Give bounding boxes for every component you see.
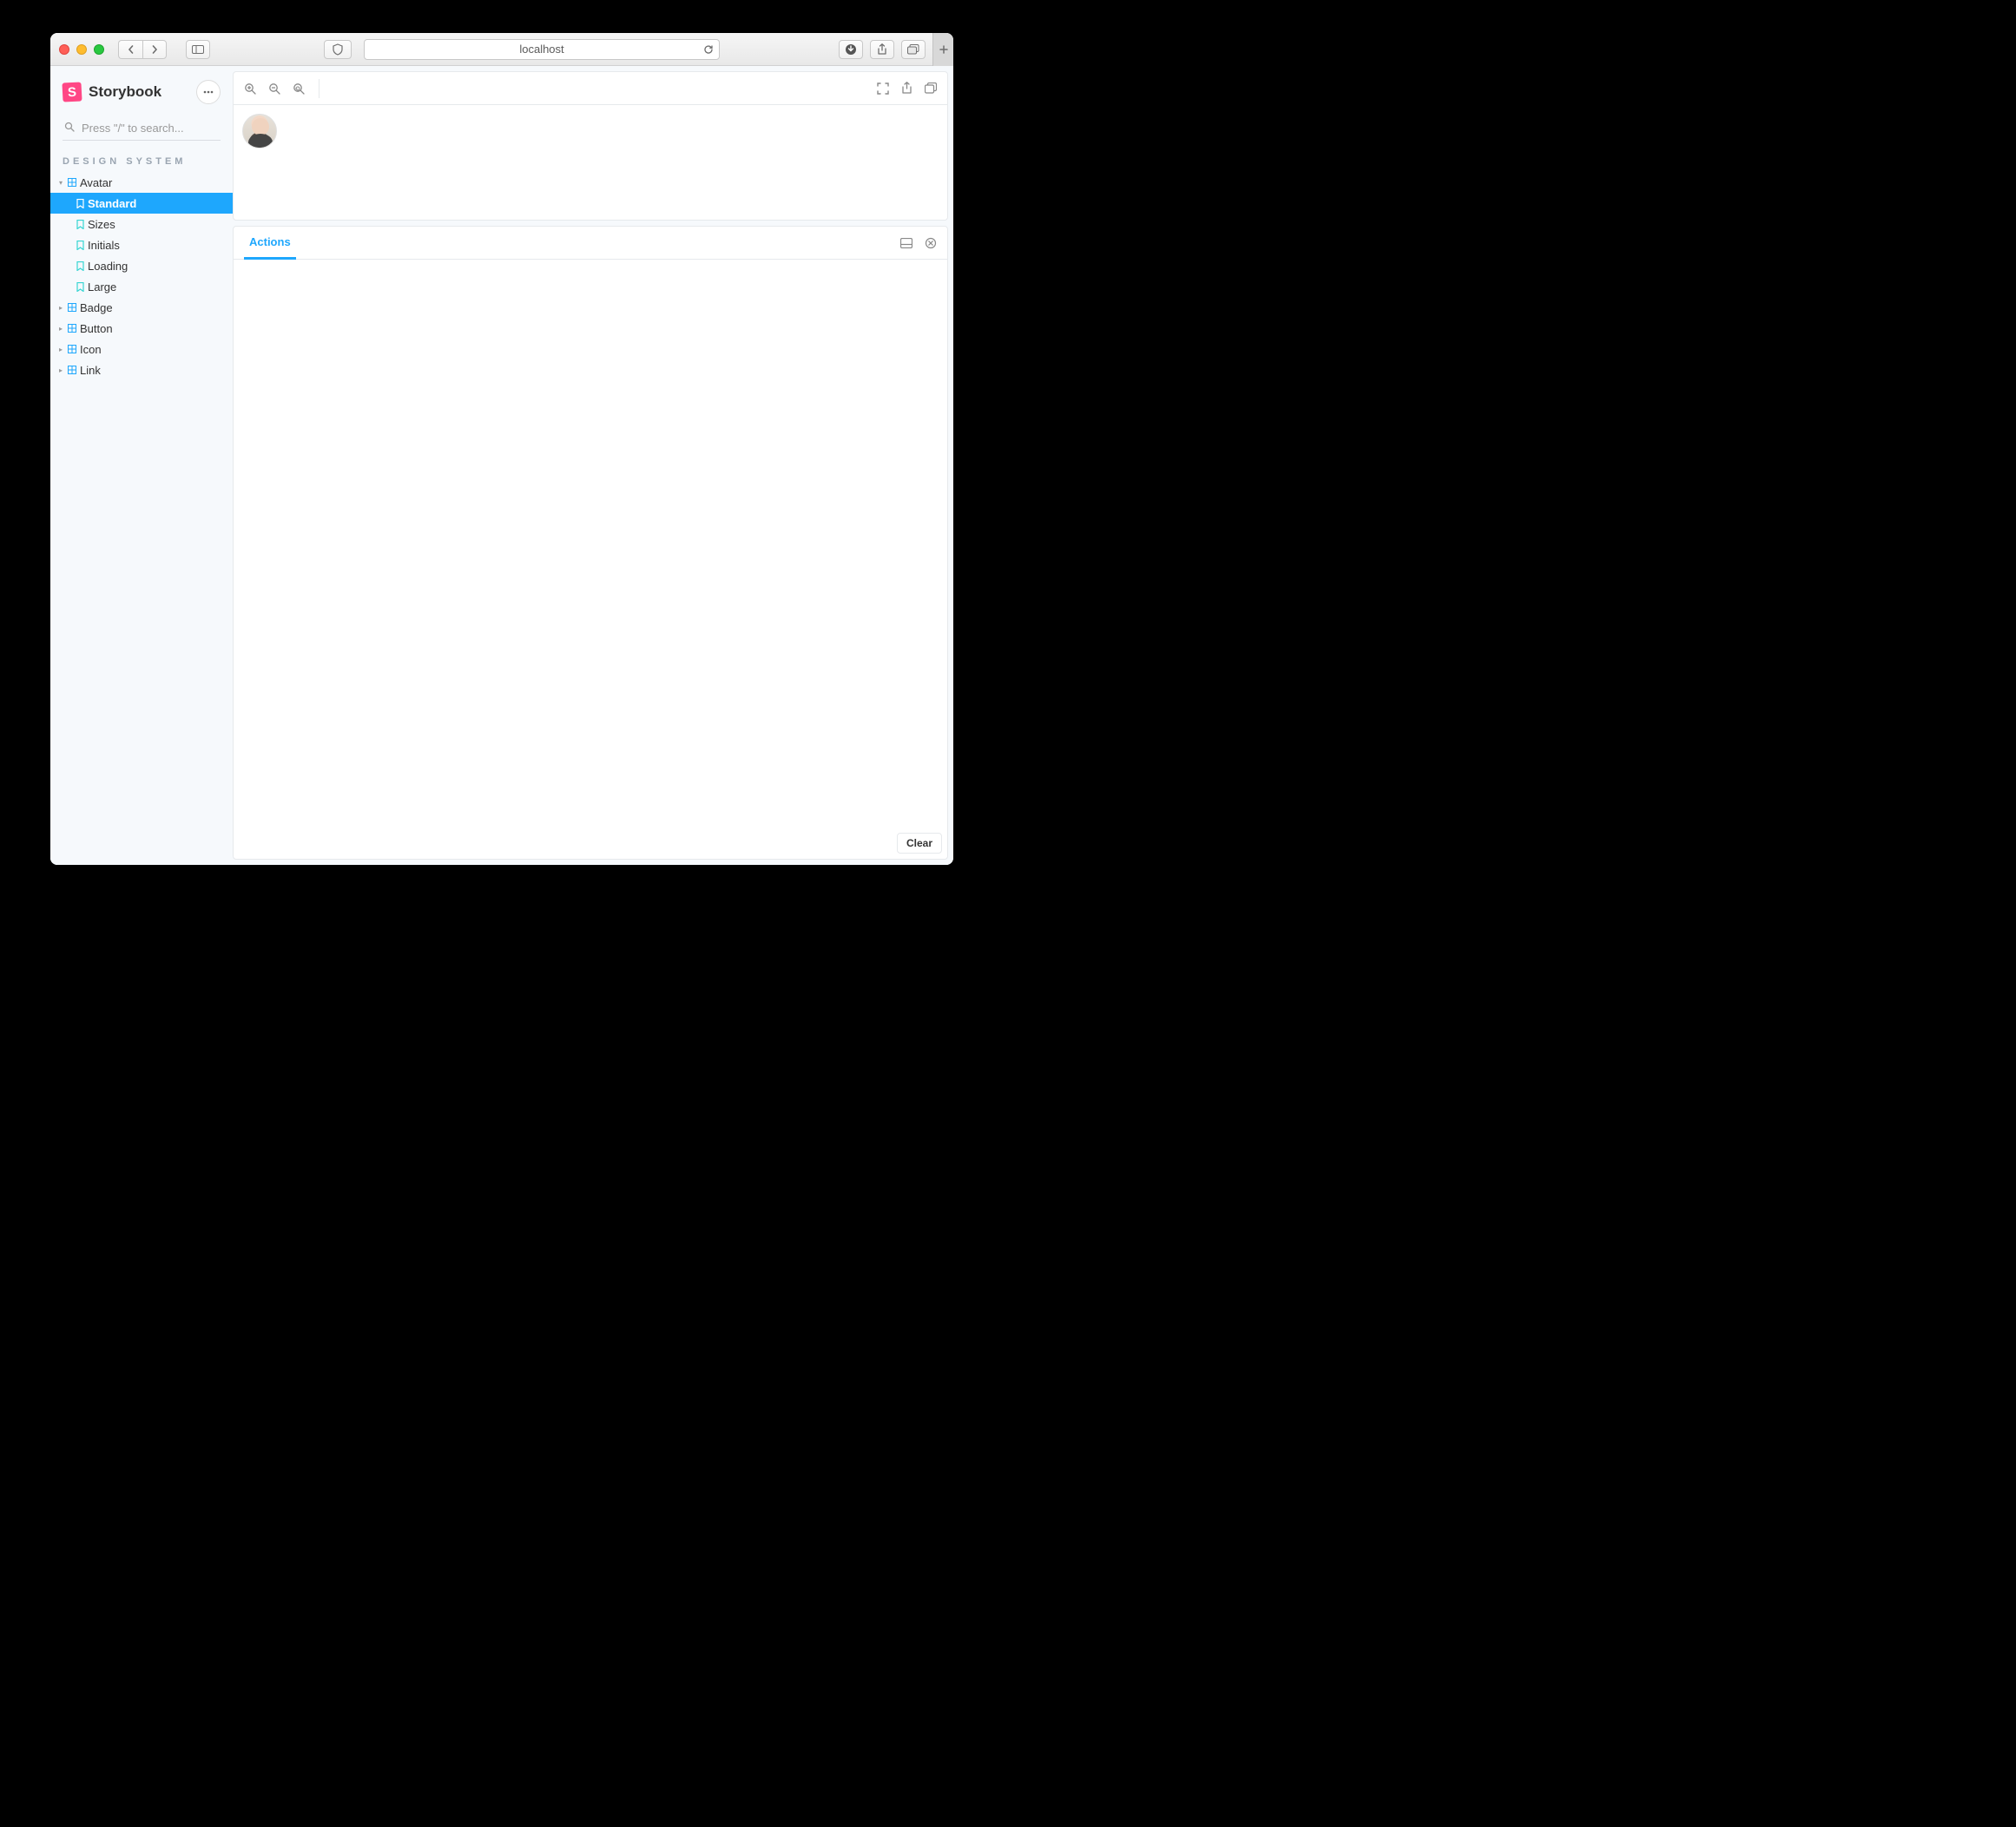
browser-titlebar: localhost	[50, 33, 953, 66]
avatar	[242, 114, 277, 148]
caret-right-icon: ▸	[57, 366, 64, 373]
section-title: DESIGN SYSTEM	[50, 149, 233, 172]
tree-label: Avatar	[80, 176, 112, 189]
clear-button[interactable]: Clear	[897, 833, 942, 854]
tab-actions[interactable]: Actions	[244, 227, 296, 260]
safari-window: localhost S Storybook	[50, 33, 953, 865]
component-icon	[68, 366, 76, 374]
tree-component-icon[interactable]: ▸ Icon	[50, 339, 233, 359]
privacy-report-button[interactable]	[324, 40, 352, 59]
close-panel-icon[interactable]	[925, 227, 937, 259]
copy-link-icon[interactable]	[925, 82, 937, 94]
fullscreen-window-button[interactable]	[94, 44, 104, 55]
tree-story-large[interactable]: Large	[50, 276, 233, 297]
storybook-logo-icon: S	[62, 82, 82, 102]
tree-label: Initials	[88, 239, 120, 252]
sidebar-toggle-button[interactable]	[186, 40, 210, 59]
address-text: localhost	[519, 43, 563, 56]
share-button[interactable]	[870, 40, 894, 59]
story-icon	[76, 261, 84, 271]
preview-toolbar	[234, 72, 947, 105]
component-icon	[68, 303, 76, 312]
titlebar-right	[839, 40, 926, 59]
panel-position-icon[interactable]	[900, 227, 912, 259]
forward-button[interactable]	[142, 40, 167, 59]
story-icon	[76, 282, 84, 292]
minimize-window-button[interactable]	[76, 44, 87, 55]
search-input[interactable]	[63, 116, 221, 141]
back-button[interactable]	[118, 40, 142, 59]
preview-canvas	[234, 105, 947, 220]
component-icon	[68, 324, 76, 333]
tree-story-standard[interactable]: Standard	[50, 193, 233, 214]
caret-right-icon: ▸	[57, 304, 64, 311]
tree-label: Icon	[80, 343, 102, 356]
window-controls	[59, 44, 104, 55]
tree-label: Standard	[88, 197, 136, 210]
caret-down-icon: ▾	[57, 179, 64, 186]
tree-label: Loading	[88, 260, 128, 273]
preview-panel	[233, 71, 948, 221]
addons-panel: Actions Clear	[233, 226, 948, 860]
tree-component-avatar[interactable]: ▾ Avatar	[50, 172, 233, 193]
tree-component-link[interactable]: ▸ Link	[50, 359, 233, 380]
nav-buttons	[118, 40, 167, 59]
tree-story-loading[interactable]: Loading	[50, 255, 233, 276]
story-icon	[76, 199, 84, 208]
open-new-tab-icon[interactable]	[901, 82, 912, 95]
close-window-button[interactable]	[59, 44, 69, 55]
component-icon	[68, 345, 76, 353]
tabs-button[interactable]	[901, 40, 926, 59]
reload-icon[interactable]	[703, 44, 714, 55]
downloads-button[interactable]	[839, 40, 863, 59]
sidebar: S Storybook DESIGN SYSTEM ▾ Avatar	[50, 66, 233, 865]
tree-label: Badge	[80, 301, 113, 314]
addons-tabs: Actions	[234, 227, 947, 260]
menu-button[interactable]	[196, 80, 221, 104]
tab-label: Actions	[249, 235, 291, 248]
fullscreen-icon[interactable]	[877, 82, 889, 95]
story-tree: ▾ Avatar Standard Sizes Initials	[50, 172, 233, 380]
search-wrap	[50, 116, 233, 149]
zoom-reset-icon[interactable]	[293, 82, 305, 95]
story-icon	[76, 220, 84, 229]
zoom-in-icon[interactable]	[244, 82, 256, 95]
storybook-app: S Storybook DESIGN SYSTEM ▾ Avatar	[50, 66, 953, 865]
sidebar-header: S Storybook	[50, 80, 233, 116]
toolbar-separator	[319, 79, 320, 98]
zoom-out-icon[interactable]	[268, 82, 280, 95]
tree-story-initials[interactable]: Initials	[50, 234, 233, 255]
main-panel: Actions Clear	[233, 66, 953, 865]
tree-label: Sizes	[88, 218, 115, 231]
story-icon	[76, 241, 84, 250]
tree-label: Large	[88, 280, 116, 294]
caret-right-icon: ▸	[57, 325, 64, 332]
search-icon	[64, 122, 75, 132]
component-icon	[68, 178, 76, 187]
tree-story-sizes[interactable]: Sizes	[50, 214, 233, 234]
tree-label: Link	[80, 364, 101, 377]
brand-title: Storybook	[89, 83, 189, 101]
tree-component-button[interactable]: ▸ Button	[50, 318, 233, 339]
tree-label: Button	[80, 322, 113, 335]
tree-component-badge[interactable]: ▸ Badge	[50, 297, 233, 318]
caret-right-icon: ▸	[57, 346, 64, 353]
address-bar[interactable]: localhost	[364, 39, 721, 60]
